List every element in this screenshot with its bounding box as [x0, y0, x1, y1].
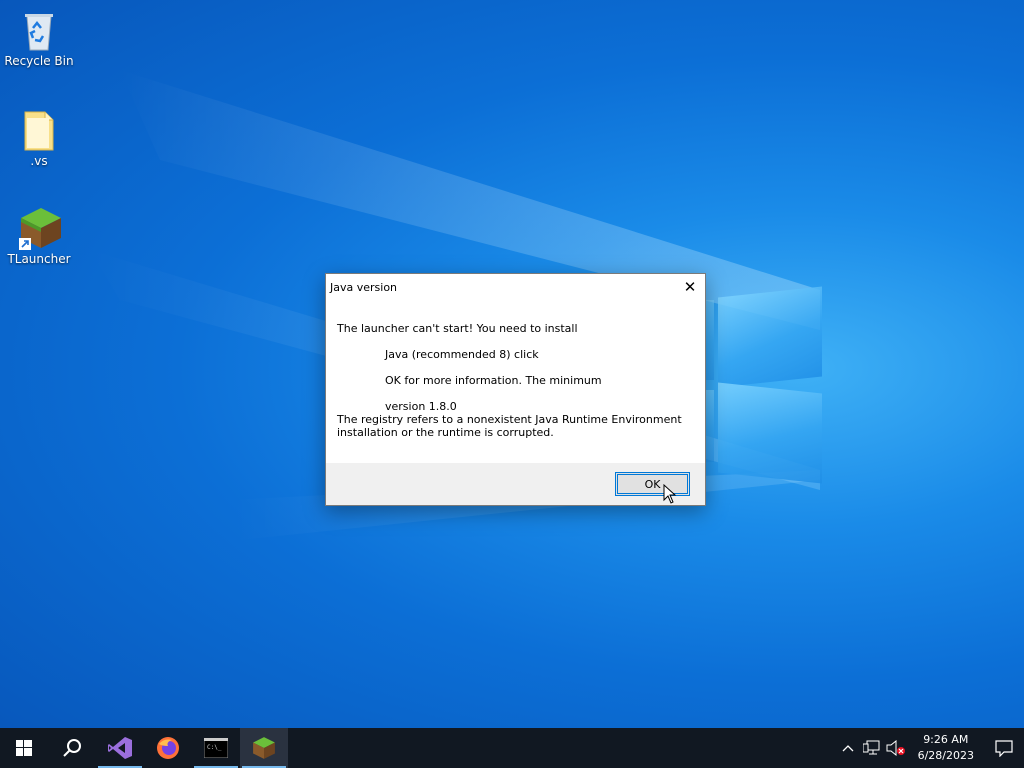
close-icon[interactable]: ✕	[675, 274, 705, 300]
volume-muted-icon	[886, 740, 905, 756]
visual-studio-icon	[108, 737, 132, 759]
taskbar: C:\_ 9:26 AM 6/28/2023	[0, 728, 1024, 768]
desktop-icon-label: .vs	[30, 154, 48, 168]
taskbar-app-visual-studio[interactable]	[96, 728, 144, 768]
recycle-bin-icon	[19, 8, 59, 51]
message-line: The registry refers to a nonexistent Jav…	[337, 413, 682, 426]
chevron-up-icon	[842, 745, 854, 752]
dialog-footer: OK	[326, 463, 705, 505]
dialog-message: The launcher can't start! You need to in…	[337, 322, 697, 439]
volume-button[interactable]	[884, 728, 908, 768]
windows-logo-pane	[718, 382, 822, 484]
network-icon	[862, 740, 880, 755]
desktop-icon-label: Recycle Bin	[4, 54, 74, 68]
firefox-icon	[157, 737, 179, 759]
message-line: Java (recommended 8) click	[385, 348, 539, 361]
dialog-titlebar[interactable]: Java version ✕	[326, 274, 705, 300]
message-line: OK for more information. The minimum	[385, 374, 602, 387]
system-tray: 9:26 AM 6/28/2023	[836, 728, 1024, 768]
message-line: The launcher can't start! You need to in…	[337, 322, 578, 335]
terminal-icon: C:\_	[204, 738, 228, 758]
start-button[interactable]	[0, 728, 48, 768]
folder-icon	[19, 108, 59, 151]
svg-text:C:\_: C:\_	[207, 744, 222, 751]
taskbar-app-terminal[interactable]: C:\_	[192, 728, 240, 768]
taskbar-app-firefox[interactable]	[144, 728, 192, 768]
desktop-icon-label: TLauncher	[7, 252, 71, 266]
network-button[interactable]	[860, 728, 884, 768]
notification-icon	[995, 740, 1013, 757]
desktop-icon-recycle-bin[interactable]: Recycle Bin	[3, 8, 75, 68]
search-icon	[63, 739, 81, 757]
start-icon	[16, 740, 32, 756]
message-line: installation or the runtime is corrupted…	[337, 426, 554, 439]
message-line: version 1.8.0	[385, 400, 457, 413]
tlauncher-icon	[19, 206, 61, 250]
taskbar-app-tlauncher[interactable]	[240, 728, 288, 768]
desktop-icon-tlauncher[interactable]: TLauncher	[3, 206, 75, 266]
java-version-dialog: Java version ✕ The launcher can't start!…	[325, 273, 706, 506]
mouse-cursor-icon	[663, 484, 677, 504]
clock-date: 6/28/2023	[917, 749, 974, 762]
action-center-button[interactable]	[984, 728, 1024, 768]
clock-time: 9:26 AM	[923, 733, 969, 746]
search-button[interactable]	[48, 728, 96, 768]
ok-button[interactable]: OK	[615, 472, 690, 496]
show-hidden-icons-button[interactable]	[836, 728, 860, 768]
windows-logo-pane	[718, 286, 822, 388]
tlauncher-icon	[253, 737, 275, 759]
desktop-icon-vs-folder[interactable]: .vs	[3, 108, 75, 168]
dialog-title: Java version	[330, 280, 398, 294]
taskbar-clock[interactable]: 9:26 AM 6/28/2023	[908, 732, 984, 764]
